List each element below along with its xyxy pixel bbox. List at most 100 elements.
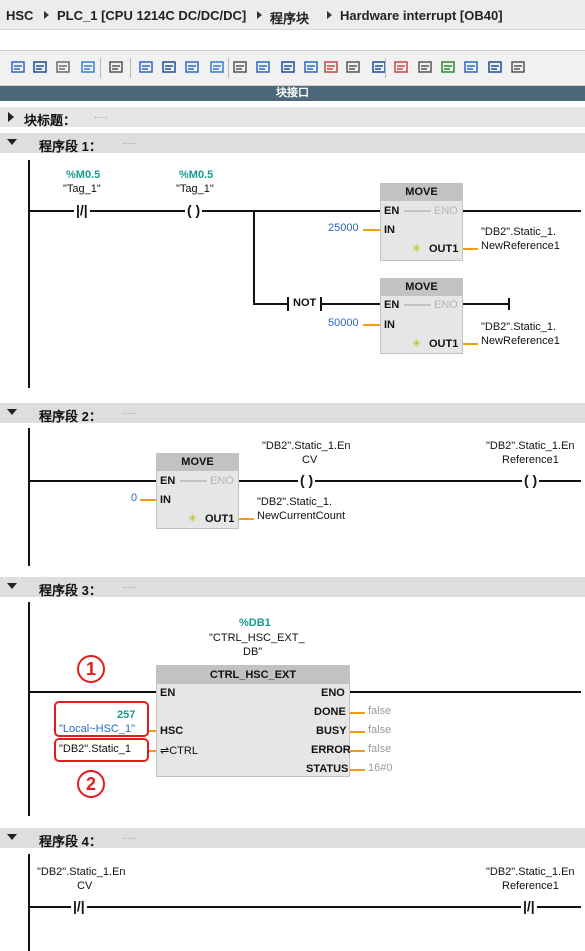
ctrl-tag[interactable]: "DB2".Static_1 [59, 743, 131, 755]
contact-4-tag-line1[interactable]: "DB2".Static_1.En [486, 866, 575, 878]
expand-arrow-icon[interactable] [8, 112, 14, 122]
contact-2-tag-line2[interactable]: Reference1 [502, 454, 559, 466]
move-2-out-tag-line2[interactable]: NewReference1 [481, 335, 560, 347]
power-rail [28, 854, 30, 951]
move-2-in-pin: IN [384, 319, 395, 331]
delete-network-icon[interactable] [32, 59, 48, 75]
network-2-title: 程序段 2： [39, 409, 102, 424]
contact-3-tag-line2[interactable]: CV [77, 880, 92, 892]
power-rail [28, 160, 30, 388]
instance-db-name-line2[interactable]: DB" [243, 646, 262, 658]
breadcrumb-item-project[interactable]: HSC [6, 8, 33, 23]
monitor-icon[interactable] [108, 59, 124, 75]
breadcrumb-item-blocks[interactable]: 程序块 [270, 8, 309, 27]
collapse-arrow-icon[interactable] [7, 583, 17, 589]
connection-icon[interactable] [303, 59, 319, 75]
editor-toolbar [0, 50, 585, 86]
contact-1-address: %M0.5 [66, 169, 101, 181]
collapse-arrow-icon[interactable] [7, 139, 17, 145]
append-row-icon[interactable] [80, 59, 96, 75]
chevron-right-icon [327, 11, 332, 19]
upload-icon[interactable] [463, 59, 479, 75]
move-3-out-tag-line2[interactable]: NewCurrentCount [257, 510, 345, 522]
comment-icon[interactable] [184, 59, 200, 75]
en-eno-wire [404, 210, 431, 212]
input-wire [363, 229, 380, 231]
coil-2-tag-line2[interactable]: CV [302, 454, 317, 466]
compare-icon[interactable] [417, 59, 433, 75]
box-icon[interactable] [232, 59, 248, 75]
breadcrumb-item-plc[interactable]: PLC_1 [CPU 1214C DC/DC/DC] [57, 8, 246, 23]
network-view-icon[interactable] [161, 59, 177, 75]
coil-1[interactable]: ( ) [185, 203, 203, 217]
nc-contact-3[interactable]: |/| [71, 899, 87, 913]
contact-2-tag-line1[interactable]: "DB2".Static_1.En [486, 440, 575, 452]
ctrl-hsc-ext-box[interactable]: CTRL_HSC_EXT [156, 665, 350, 777]
move-1-out-tag-line2[interactable]: NewReference1 [481, 240, 560, 252]
collapse-arrow-icon[interactable] [7, 409, 17, 415]
absolute-icon[interactable] [138, 59, 154, 75]
ctrl-en-pin: EN [160, 687, 176, 699]
output-wire [350, 731, 365, 733]
jump-icon[interactable] [345, 59, 361, 75]
nc-contact-4[interactable]: |/| [521, 899, 537, 913]
close-branch-icon[interactable] [280, 59, 296, 75]
coil-3[interactable]: ( ) [522, 473, 540, 487]
network-2-comment[interactable]: ..... [122, 406, 136, 417]
not-contact[interactable]: NOT [287, 297, 323, 311]
assignment-icon[interactable] [323, 59, 339, 75]
go-offline-icon[interactable] [393, 59, 409, 75]
favorites-icon[interactable] [209, 59, 225, 75]
output-wire [463, 248, 478, 250]
hsc-tag[interactable]: "Local~HSC_1" [59, 723, 135, 735]
busy-value: false [368, 724, 392, 736]
network-4-comment[interactable]: ..... [122, 831, 136, 842]
move-1-out-pin: OUT1 [429, 243, 459, 255]
en-eno-wire [404, 304, 431, 306]
insert-row-icon[interactable] [55, 59, 71, 75]
collapse-arrow-icon[interactable] [7, 834, 17, 840]
coil-2[interactable]: ( ) [298, 473, 316, 487]
contact-3-tag-line1[interactable]: "DB2".Static_1.En [37, 866, 126, 878]
move-3-en-pin: EN [160, 475, 176, 487]
instance-db-name-line1[interactable]: "CTRL_HSC_EXT_ [209, 632, 305, 644]
contact-4-tag-line2[interactable]: Reference1 [502, 880, 559, 892]
toolbar-separator [385, 58, 386, 78]
block-interface-bar[interactable]: 块接口 [0, 86, 585, 101]
nc-contact-1[interactable]: |/| [74, 203, 90, 217]
move-2-out-tag-line1[interactable]: "DB2".Static_1. [481, 321, 556, 333]
network-1-header[interactable]: 程序段 1： ..... [0, 133, 585, 154]
output-wire [463, 343, 478, 345]
move-3-out-tag-line1[interactable]: "DB2".Static_1. [257, 496, 332, 508]
move-1-in-value[interactable]: 25000 [328, 222, 359, 234]
marker-1: 1 [77, 655, 105, 683]
network-3-header[interactable]: 程序段 3： ..... [0, 577, 585, 598]
breadcrumb-item-ob40[interactable]: Hardware interrupt [OB40] [340, 8, 503, 23]
network-3-comment[interactable]: ..... [122, 580, 136, 591]
coil-1-tag[interactable]: "Tag_1" [176, 183, 214, 195]
rung-wire [350, 691, 581, 693]
block-title-comment[interactable]: ..... [94, 110, 108, 121]
move-1-out-tag-line1[interactable]: "DB2".Static_1. [481, 226, 556, 238]
next-icon[interactable] [510, 59, 526, 75]
rung-wire [29, 480, 156, 482]
network-4-header[interactable]: 程序段 4： ..... [0, 828, 585, 849]
chevron-right-icon [44, 11, 49, 19]
move-2-in-value[interactable]: 50000 [328, 317, 359, 329]
contact-1-tag[interactable]: "Tag_1" [63, 183, 101, 195]
error-value: false [368, 743, 392, 755]
input-wire [363, 324, 380, 326]
open-branch-icon[interactable] [255, 59, 271, 75]
toolbar-separator [130, 58, 131, 78]
first-icon[interactable] [487, 59, 503, 75]
move-3-in-value[interactable]: 0 [131, 492, 137, 504]
block-title-header[interactable]: 块标题： ..... [0, 107, 585, 128]
network-2-header[interactable]: 程序段 2： ..... [0, 403, 585, 424]
coil-2-tag-line1[interactable]: "DB2".Static_1.En [262, 440, 351, 452]
network-4-title: 程序段 4： [39, 834, 102, 849]
download-icon[interactable] [440, 59, 456, 75]
move-2-eno-pin: ENO [434, 299, 458, 311]
network-1-comment[interactable]: ..... [122, 136, 136, 147]
insert-network-icon[interactable] [10, 59, 26, 75]
power-rail [28, 602, 30, 816]
